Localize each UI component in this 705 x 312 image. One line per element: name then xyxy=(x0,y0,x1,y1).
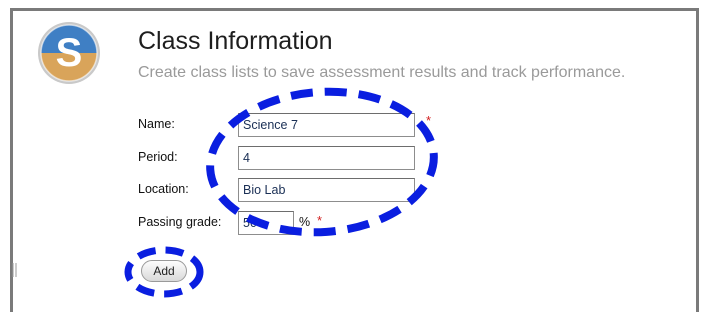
period-field[interactable] xyxy=(238,146,415,170)
resize-handle[interactable] xyxy=(12,263,17,277)
location-label: Location: xyxy=(138,182,189,196)
add-button[interactable]: Add xyxy=(141,260,187,282)
page-title: Class Information xyxy=(138,27,333,55)
logo-letter: S xyxy=(56,31,83,75)
logo: S xyxy=(38,22,100,84)
name-field[interactable] xyxy=(238,113,415,137)
page-subtitle: Create class lists to save assessment re… xyxy=(138,64,626,81)
name-label: Name: xyxy=(138,117,175,131)
passing-grade-label: Passing grade: xyxy=(138,215,222,229)
name-required-marker: * xyxy=(426,113,432,128)
passing-grade-required-marker: * xyxy=(317,213,323,228)
percent-sign: % xyxy=(299,215,311,229)
period-label: Period: xyxy=(138,150,178,164)
passing-grade-field[interactable] xyxy=(238,211,294,235)
location-field[interactable] xyxy=(238,178,415,202)
